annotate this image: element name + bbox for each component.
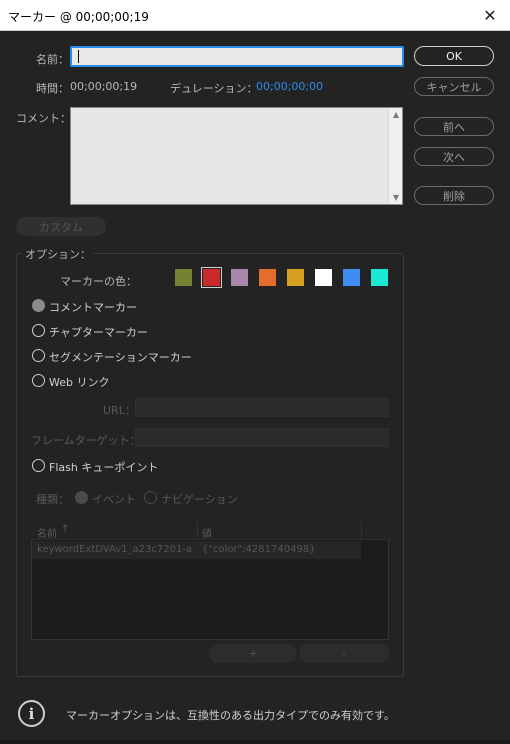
color-swatch-white[interactable] <box>315 269 332 286</box>
comment-marker-label: コメントマーカー <box>49 301 137 314</box>
info-message: マーカーオプションは、互換性のある出力タイプでのみ有効です。 <box>66 709 395 722</box>
time-value: 00;00;00;19 <box>70 80 138 93</box>
chapter-marker-radio[interactable] <box>32 324 45 337</box>
delete-button[interactable]: 削除 <box>414 186 494 205</box>
color-swatch-orange[interactable] <box>259 269 276 286</box>
segmentation-marker-label: セグメンテーションマーカー <box>49 351 192 364</box>
color-swatch-blue[interactable] <box>343 269 360 286</box>
navigation-label: ナビゲーション <box>161 493 238 506</box>
arrow-up-icon: ↑ <box>61 524 70 535</box>
frame-target-label: フレームターゲット： <box>31 434 141 447</box>
remove-parameter-button[interactable]: - <box>299 644 389 663</box>
color-swatch-gold[interactable] <box>287 269 304 286</box>
event-radio[interactable] <box>75 491 88 504</box>
scroll-up-icon[interactable]: ▲ <box>393 110 399 119</box>
window-title: マーカー @ 00;00;00;19 <box>8 10 149 24</box>
web-link-radio[interactable] <box>32 374 45 387</box>
comment-scrollbar[interactable]: ▲ ▼ <box>388 108 402 204</box>
comment-textarea[interactable]: ▲ ▼ <box>70 107 403 205</box>
comment-marker-radio[interactable] <box>32 299 45 312</box>
name-label: 名前： <box>36 53 69 66</box>
web-link-label: Web リンク <box>49 376 110 389</box>
color-swatch-olive[interactable] <box>175 269 192 286</box>
column-header-name[interactable]: 名前 <box>37 525 57 540</box>
url-field[interactable] <box>135 398 389 417</box>
cancel-button[interactable]: キャンセル <box>414 77 494 96</box>
segmentation-marker-radio[interactable] <box>32 349 45 362</box>
navigation-radio[interactable] <box>144 491 157 504</box>
color-swatch-red[interactable] <box>201 267 222 288</box>
column-header-value[interactable]: 値 <box>202 525 212 540</box>
scroll-down-icon[interactable]: ▼ <box>393 193 399 202</box>
options-label: オプション： <box>22 246 94 262</box>
chapter-marker-label: チャプターマーカー <box>49 326 148 339</box>
column-divider <box>361 522 362 538</box>
url-label: URL： <box>103 404 136 417</box>
row-name-cell: keywordExtDVAv1_a23c7201-a <box>37 544 193 555</box>
frame-target-field[interactable] <box>135 428 389 447</box>
row-value-cell: {"color":4281740498} <box>202 544 316 555</box>
close-icon[interactable]: ✕ <box>470 0 510 31</box>
duration-value[interactable]: 00;00;00;00 <box>256 80 323 93</box>
bottom-edge <box>0 740 510 744</box>
flash-cue-point-label: Flash キューポイント <box>49 461 159 474</box>
color-swatch-lavender[interactable] <box>231 269 248 286</box>
custom-button[interactable]: カスタム <box>16 217 106 236</box>
duration-label: デュレーション： <box>170 82 258 95</box>
color-swatch-cyan[interactable] <box>371 269 388 286</box>
next-button[interactable]: 次へ <box>414 147 494 166</box>
kind-label: 種類： <box>36 493 69 506</box>
ok-button[interactable]: OK <box>414 46 494 66</box>
text-caret <box>78 50 79 63</box>
event-label: イベント <box>92 493 136 506</box>
marker-color-label: マーカーの色： <box>60 275 137 288</box>
flash-cue-point-radio[interactable] <box>32 459 45 472</box>
time-label: 時間： <box>36 82 69 95</box>
column-divider <box>197 522 198 538</box>
name-input[interactable] <box>70 46 404 67</box>
title-bar: マーカー @ 00;00;00;19 ✕ <box>0 0 510 31</box>
add-parameter-button[interactable]: + <box>209 644 297 663</box>
prev-button[interactable]: 前へ <box>414 117 494 136</box>
comment-label: コメント： <box>16 112 71 125</box>
info-icon: i <box>18 700 45 727</box>
